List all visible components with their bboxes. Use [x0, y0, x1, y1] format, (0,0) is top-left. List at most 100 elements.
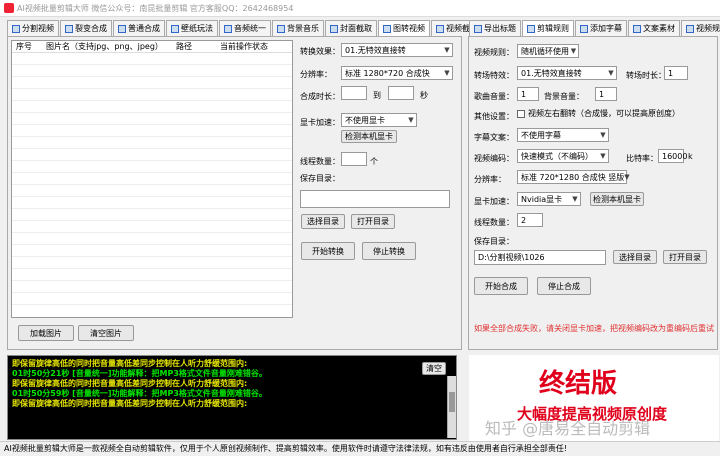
rules-save-dir-label: 保存目录： [474, 237, 514, 246]
table-row[interactable] [12, 137, 292, 149]
detect-gpu-button[interactable]: 检测本机显卡 [341, 130, 397, 143]
tab-bgm[interactable]: 背景音乐 [272, 20, 324, 36]
duration-label: 合成时长： [300, 92, 340, 101]
subtitle-select[interactable]: 不使用字幕 ▼ [517, 128, 609, 142]
encoding-select[interactable]: 快速模式（不编码） ▼ [517, 149, 609, 163]
bitrate-input[interactable]: 16000 [658, 149, 687, 163]
thread-input[interactable] [341, 152, 367, 166]
transition-select[interactable]: 01.无特效直接转 ▼ [517, 66, 617, 80]
tab-cover[interactable]: 封面截取 [325, 20, 377, 36]
tab-fission[interactable]: 裂变合成 [60, 20, 112, 36]
table-row[interactable] [12, 257, 292, 269]
log-scrollbar[interactable] [447, 376, 456, 438]
start-merge-button[interactable]: 开始合成 [474, 277, 528, 295]
tab-normal-merge[interactable]: 普通合成 [113, 20, 165, 36]
list-header: 序号 图片名（支持jpg、png、jpeg） 路径 当前操作状态 [12, 41, 292, 53]
table-row[interactable] [12, 149, 292, 161]
left-tab-bar: 分割视频 裂变合成 普通合成 壁纸玩法 音频统一 背景音乐 封面截取 图转视频 … [7, 20, 484, 36]
stop-convert-button[interactable]: 停止转换 [362, 242, 416, 260]
col-index: 序号 [16, 42, 32, 51]
duration-to-label: 到 [373, 91, 381, 100]
tab-icon [330, 24, 338, 33]
table-row[interactable] [12, 209, 292, 221]
rules-resolution-label: 分辨率： [474, 175, 506, 184]
table-row[interactable] [12, 281, 292, 293]
encoding-label: 视频编码： [474, 154, 514, 163]
flip-checkbox[interactable] [517, 109, 525, 118]
tab-icon [686, 24, 694, 33]
right-tab-bar: 导出标题 剪辑规则 添加字幕 文案素材 视频规则 [469, 20, 720, 36]
table-row[interactable] [12, 173, 292, 185]
rules-gpu-select[interactable]: Nvidia显卡 ▼ [517, 192, 581, 206]
duration-to-input[interactable] [388, 86, 414, 100]
tab-wallpaper[interactable]: 壁纸玩法 [166, 20, 218, 36]
table-row[interactable] [12, 89, 292, 101]
bg-volume-input[interactable]: 1 [595, 87, 617, 101]
tab-subtitle[interactable]: 添加字幕 [575, 20, 627, 36]
tab-split-video[interactable]: 分割视频 [7, 20, 59, 36]
chevron-down-icon: ▼ [444, 69, 450, 77]
tab-edit-rules[interactable]: 剪辑规则 [522, 20, 574, 36]
tab-video-rules[interactable]: 视频规则 [681, 20, 720, 36]
open-dir-button[interactable]: 打开目录 [351, 214, 395, 229]
start-convert-button[interactable]: 开始转换 [301, 242, 355, 260]
song-volume-input[interactable]: 1 [517, 87, 539, 101]
table-row[interactable] [12, 233, 292, 245]
log-lines: 即保留旋律高低的同时把音量高低差同步控制在人听力舒缓范围内: 01时50分21秒 … [8, 356, 456, 409]
image-list[interactable]: 序号 图片名（支持jpg、png、jpeg） 路径 当前操作状态 [11, 40, 293, 318]
clear-log-button[interactable]: 清空 [422, 362, 446, 375]
app-icon [4, 3, 14, 13]
chevron-down-icon: ▼ [624, 173, 630, 181]
col-path: 路径 [176, 42, 192, 51]
chevron-down-icon: ▼ [570, 47, 577, 55]
save-dir-input[interactable] [300, 190, 450, 208]
clear-images-button[interactable]: 清空图片 [78, 325, 134, 341]
rules-resolution-select[interactable]: 标准 720*1280 合成快 竖版 ▼ [517, 170, 630, 184]
save-dir-label: 保存目录： [300, 174, 340, 183]
rules-choose-dir-button[interactable]: 选择目录 [613, 250, 657, 264]
choose-dir-button[interactable]: 选择目录 [301, 214, 345, 229]
tab-audio-unify[interactable]: 音频统一 [219, 20, 271, 36]
tab-copy-material[interactable]: 文案素材 [628, 20, 680, 36]
table-row[interactable] [12, 77, 292, 89]
gpu-select[interactable]: 不使用显卡 ▼ [341, 113, 417, 127]
table-row[interactable] [12, 125, 292, 137]
table-row[interactable] [12, 221, 292, 233]
tab-image-to-video[interactable]: 图转视频 [378, 20, 430, 36]
transition-duration-input[interactable]: 1 [664, 66, 688, 80]
resolution-select[interactable]: 标准 1280*720 合成快 ▼ [341, 66, 453, 80]
log-scroll-thumb[interactable] [449, 392, 455, 412]
table-row[interactable] [12, 197, 292, 209]
watermark-text: 知乎 @唐易全自动剪辑 [485, 419, 651, 438]
stop-merge-button[interactable]: 停止合成 [537, 277, 591, 295]
table-row[interactable] [12, 293, 292, 305]
log-console[interactable]: 即保留旋律高低的同时把音量高低差同步控制在人听力舒缓范围内: 01时50分21秒 … [7, 355, 457, 440]
tab-icon [171, 24, 179, 33]
bitrate-label: 比特率： [626, 154, 658, 163]
rules-save-dir-input[interactable]: D:\分割视频\1026 [474, 250, 606, 265]
chevron-down-icon: ▼ [408, 116, 414, 124]
table-row[interactable] [12, 161, 292, 173]
rule-select[interactable]: 随机循环使用 ▼ [517, 44, 579, 58]
table-row[interactable] [12, 65, 292, 77]
table-row[interactable] [12, 113, 292, 125]
load-images-button[interactable]: 加载图片 [18, 325, 74, 341]
flip-checkbox-row[interactable]: 视频左右翻转（合成慢，可以提高原创度） [517, 108, 680, 119]
table-row[interactable] [12, 245, 292, 257]
tab-export-title[interactable]: 导出标题 [469, 20, 521, 36]
transition-label: 转场特效： [474, 71, 514, 80]
tab-icon [224, 24, 232, 33]
promo-banner: 终结版 大幅度提高视频原创度 知乎 @唐易全自动剪辑 [469, 355, 719, 441]
rules-thread-input[interactable]: 2 [517, 213, 543, 227]
table-row[interactable] [12, 185, 292, 197]
rules-open-dir-button[interactable]: 打开目录 [663, 250, 707, 264]
effect-select[interactable]: 01.无特效直接转 ▼ [341, 43, 453, 57]
duration-from-input[interactable] [341, 86, 367, 100]
log-line: 即保留旋律高低的同时把音量高低差同步控制在人听力舒缓范围内: [12, 399, 248, 408]
table-row[interactable] [12, 53, 292, 65]
rules-detect-gpu-button[interactable]: 检测本机显卡 [590, 192, 644, 206]
table-row[interactable] [12, 101, 292, 113]
effect-label: 转换效果： [300, 47, 340, 56]
table-row[interactable] [12, 269, 292, 281]
rules-gpu-label: 显卡加速： [474, 197, 514, 206]
